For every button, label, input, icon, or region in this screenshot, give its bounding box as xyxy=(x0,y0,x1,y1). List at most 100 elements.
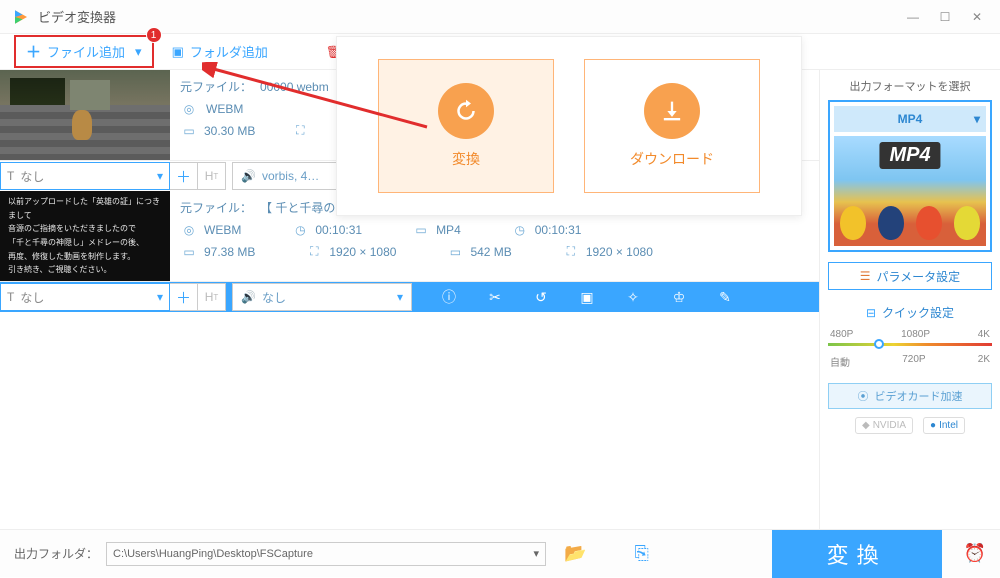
hardcode-subtitle-button[interactable]: HT xyxy=(198,162,226,190)
audio-value: vorbis, 4… xyxy=(262,169,319,183)
edit-icon[interactable]: ✎ xyxy=(716,287,734,307)
text-icon: T xyxy=(7,290,14,304)
speaker-icon: 🔊 xyxy=(241,169,256,183)
clock-icon: ◷ xyxy=(291,223,309,237)
speaker-icon: 🔊 xyxy=(241,290,256,304)
quality-slider[interactable] xyxy=(828,343,992,346)
source-label: 元ファイル： xyxy=(180,199,252,216)
output-title: 出力フォーマットを選択 xyxy=(828,78,992,94)
size-icon: ▭ xyxy=(446,245,464,259)
chevron-down-icon: ▾ xyxy=(157,169,163,183)
format-value: WEBM xyxy=(204,223,241,237)
out-duration-value: 00:10:31 xyxy=(535,223,582,237)
effects-icon[interactable]: ✧ xyxy=(624,287,642,307)
toggle-icon: ⊟ xyxy=(866,306,876,320)
chevron-down-icon: ▾ xyxy=(135,44,142,60)
add-folder-label: フォルダ追加 xyxy=(190,42,268,61)
maximize-button[interactable]: ☐ xyxy=(938,10,952,24)
cut-icon[interactable]: ✂ xyxy=(486,287,504,307)
download-label: ダウンロード xyxy=(630,149,714,169)
output-folder-label: 出力フォルダ： xyxy=(14,545,98,562)
quick-label: クイック設定 xyxy=(882,304,954,321)
gpu-label: ビデオカード加速 xyxy=(875,388,963,404)
resolution-icon: ⛶ xyxy=(562,244,580,259)
res-option[interactable]: 1080P xyxy=(901,329,930,340)
bottom-bar: 出力フォルダ： C:\Users\HuangPing\Desktop\FSCap… xyxy=(0,529,1000,577)
res-option[interactable]: 2K xyxy=(978,354,990,369)
out-size-value: 542 MB xyxy=(470,245,511,259)
slider-handle[interactable] xyxy=(874,339,884,349)
rotate-icon[interactable]: ↺ xyxy=(532,287,550,307)
text-icon: T xyxy=(7,169,14,183)
out-resolution-value: 1920 × 1080 xyxy=(586,245,653,259)
size-value: 30.30 MB xyxy=(204,124,255,138)
output-path-input[interactable]: C:\Users\HuangPing\Desktop\FSCapture ▾ xyxy=(106,542,546,566)
convert-label: 変換 xyxy=(452,149,480,169)
res-option[interactable]: 720P xyxy=(902,354,925,369)
format-preview: MP4 xyxy=(834,136,986,246)
source-filename: 00000.webm xyxy=(260,80,329,94)
resolution-value: 1920 × 1080 xyxy=(329,245,396,259)
resolution-icon: ⛶ xyxy=(291,123,309,138)
res-option[interactable]: 480P xyxy=(830,329,853,340)
open-folder-icon[interactable]: 📂 xyxy=(564,543,586,564)
add-subtitle-button[interactable]: ＋ xyxy=(170,162,198,190)
format-value: WEBM xyxy=(206,102,243,116)
size-value: 97.38 MB xyxy=(204,245,255,259)
close-button[interactable]: ✕ xyxy=(970,10,984,24)
action-overlay: 変換 ダウンロード xyxy=(336,36,802,216)
watermark-icon[interactable]: ♔ xyxy=(670,287,688,307)
add-file-label: ファイル追加 xyxy=(47,42,125,61)
param-label: パラメータ設定 xyxy=(877,268,961,285)
convert-icon xyxy=(438,83,494,139)
minimize-button[interactable]: — xyxy=(906,10,920,24)
folder-icon: ▣ xyxy=(172,44,184,60)
add-folder-button[interactable]: ▣ フォルダ追加 xyxy=(172,42,268,61)
subtitle-value: なし xyxy=(20,289,44,306)
format-selected: MP4 xyxy=(898,112,923,126)
chevron-down-icon: ▾ xyxy=(157,290,163,304)
convert-button[interactable]: 変換 xyxy=(772,530,942,578)
hardcode-subtitle-button[interactable]: HT xyxy=(198,283,226,311)
add-file-button[interactable]: ＋ ファイル追加 ▾ 1 xyxy=(14,35,154,68)
crop-icon[interactable]: ▣ xyxy=(578,287,596,307)
subtitle-value: なし xyxy=(20,168,44,185)
add-subtitle-button[interactable]: ＋ xyxy=(170,283,198,311)
out-format-value: MP4 xyxy=(436,223,461,237)
source-filename: 【 千と千尋の… xyxy=(260,199,347,216)
video-thumbnail[interactable]: 以前アップロードした「英雄の証」につきまして 音源のご指摘をいただきましたので … xyxy=(0,191,170,281)
clock-icon: ◷ xyxy=(511,223,529,237)
subtitle-dropdown[interactable]: T なし ▾ xyxy=(0,283,170,311)
chevron-down-icon: ▾ xyxy=(974,112,980,126)
video-thumbnail[interactable] xyxy=(0,70,170,160)
app-logo-icon xyxy=(12,8,30,26)
subtitle-dropdown[interactable]: T なし ▾ xyxy=(0,162,170,190)
size-icon: ▭ xyxy=(180,245,198,259)
output-sidebar: 出力フォーマットを選択 MP4 ▾ MP4 ☰ パラメータ設定 ⊟クイック設定 … xyxy=(820,70,1000,529)
source-label: 元ファイル： xyxy=(180,78,252,95)
format-badge: MP4 xyxy=(879,142,940,169)
schedule-icon[interactable]: ⏰ xyxy=(964,543,986,564)
audio-dropdown[interactable]: 🔊 なし ▾ xyxy=(232,283,412,311)
active-row-toolbar: T なし ▾ ＋ HT 🔊 なし ▾ ⓘ ✂ ↺ ▣ ✧ ♔ ✎ xyxy=(0,282,819,312)
res-option[interactable]: 4K xyxy=(978,329,990,340)
size-icon: ▭ xyxy=(180,124,198,138)
sliders-icon: ☰ xyxy=(860,269,871,283)
parameter-settings-button[interactable]: ☰ パラメータ設定 xyxy=(828,262,992,290)
format-icon: ◎ xyxy=(180,102,198,116)
download-icon xyxy=(644,83,700,139)
convert-mode-button[interactable]: 変換 xyxy=(378,59,554,193)
gpu-accel-button[interactable]: ⦿ ビデオカード加速 xyxy=(828,383,992,409)
res-option[interactable]: 自動 xyxy=(830,354,850,369)
info-icon[interactable]: ⓘ xyxy=(440,287,458,307)
nvidia-badge: ◆ NVIDIA xyxy=(855,417,913,434)
resolution-icon: ⛶ xyxy=(305,244,323,259)
plus-icon: ＋ xyxy=(26,41,41,62)
merge-icon[interactable]: ⎘ xyxy=(634,543,648,564)
format-icon: ▭ xyxy=(412,223,430,237)
path-value: C:\Users\HuangPing\Desktop\FSCapture xyxy=(113,548,313,560)
download-mode-button[interactable]: ダウンロード xyxy=(584,59,760,193)
intel-badge: ● Intel xyxy=(923,417,965,434)
format-selector[interactable]: MP4 ▾ MP4 xyxy=(828,100,992,252)
format-icon: ◎ xyxy=(180,223,198,237)
